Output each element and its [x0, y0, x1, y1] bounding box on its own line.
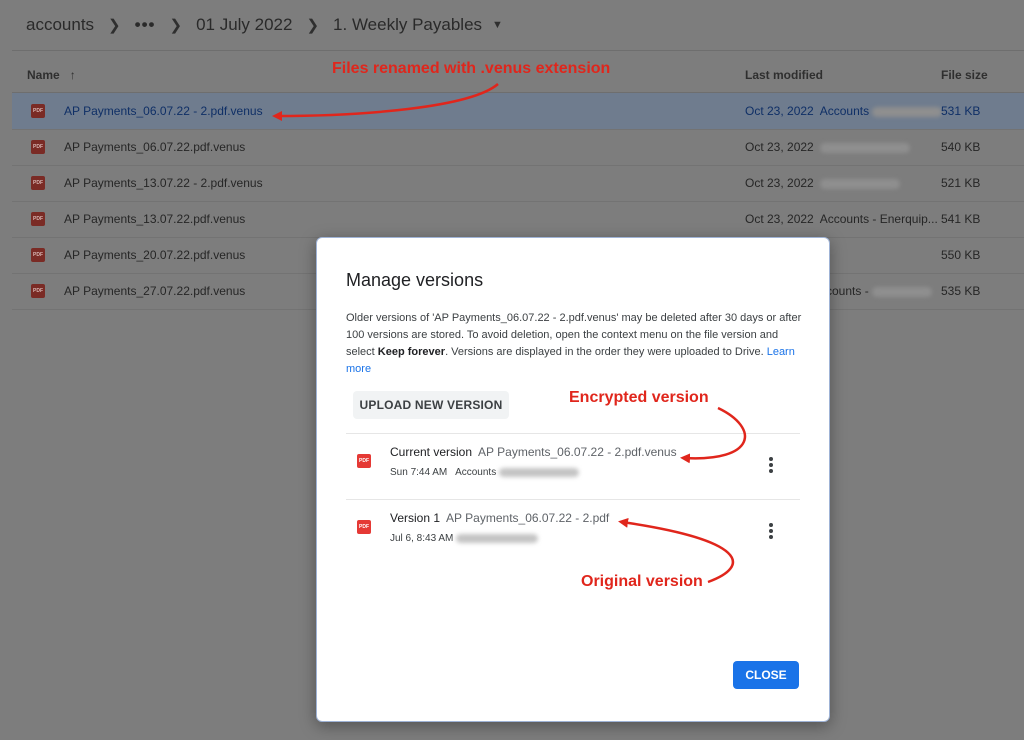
table-row[interactable]: PDF AP Payments_13.07.22 - 2.pdf.venus O… [12, 165, 1024, 202]
file-modified: Oct 23, 2022 [745, 176, 901, 190]
file-size: 550 KB [941, 248, 981, 262]
dialog-description: Older versions of 'AP Payments_06.07.22 … [346, 312, 802, 375]
file-size: 535 KB [941, 284, 981, 298]
pdf-icon: PDF [357, 454, 371, 468]
file-size: 531 KB [941, 104, 981, 118]
file-name: AP Payments_20.07.22.pdf.venus [64, 248, 246, 262]
breadcrumb-more[interactable]: ••• [135, 15, 156, 35]
version-meta: Jul 6, 8:43 AM [390, 533, 539, 544]
arrow-up-icon[interactable]: ↑ [70, 68, 76, 82]
column-header-name[interactable]: Name ↑ [27, 68, 76, 82]
more-vert-icon[interactable] [763, 455, 779, 475]
manage-versions-dialog: Manage versions Older versions of 'AP Pa… [316, 237, 830, 722]
file-size: 540 KB [941, 140, 981, 154]
chevron-right-icon: ❯ [169, 17, 183, 34]
version-item-1: PDF Version 1 AP Payments_06.07.22 - 2.pd… [346, 500, 800, 566]
annotation-encrypted: Encrypted version [569, 389, 709, 406]
file-size: 541 KB [941, 212, 981, 226]
close-button[interactable]: CLOSE [733, 661, 799, 689]
file-modified: Oct 23, 2022 Accounts [745, 104, 943, 118]
annotation-renamed: Files renamed with .venus extension [332, 60, 611, 77]
table-row[interactable]: PDF AP Payments_06.07.22 - 2.pdf.venus O… [12, 93, 1024, 130]
chevron-right-icon: ❯ [306, 17, 320, 34]
annotation-original: Original version [581, 573, 703, 590]
pdf-icon: PDF [31, 284, 45, 298]
divider [12, 50, 1024, 51]
file-name: AP Payments_13.07.22.pdf.venus [64, 212, 246, 226]
breadcrumb-date-folder[interactable]: 01 July 2022 [196, 15, 292, 35]
version-item-current: PDF Current version AP Payments_06.07.22 … [346, 434, 800, 500]
upload-new-version-button[interactable]: UPLOAD NEW VERSION [353, 391, 509, 419]
pdf-icon: PDF [31, 248, 45, 262]
version-title: Current version AP Payments_06.07.22 - 2.… [390, 445, 677, 459]
keep-forever-text: Keep forever [377, 346, 446, 358]
file-name: AP Payments_06.07.22 - 2.pdf.venus [64, 104, 263, 118]
file-name: AP Payments_27.07.22.pdf.venus [64, 284, 246, 298]
table-row[interactable]: PDF AP Payments_13.07.22.pdf.venus Oct 2… [12, 201, 1024, 238]
pdf-icon: PDF [357, 520, 371, 534]
breadcrumb: accounts ❯ ••• ❯ 01 July 2022 ❯ 1. Weekl… [26, 12, 503, 38]
file-modified: Oct 23, 2022 Accounts - Enerquip... [745, 212, 938, 226]
caret-down-icon[interactable]: ▼ [492, 19, 503, 31]
column-header-file-size[interactable]: File size [941, 68, 988, 82]
breadcrumb-accounts[interactable]: accounts [26, 15, 94, 35]
pdf-icon: PDF [31, 140, 45, 154]
breadcrumb-current-folder[interactable]: 1. Weekly Payables [333, 15, 482, 35]
file-modified: Oct 23, 2022 [745, 140, 911, 154]
more-vert-icon[interactable] [763, 521, 779, 541]
file-name: AP Payments_06.07.22.pdf.venus [64, 140, 246, 154]
file-modified: ccounts - [820, 284, 933, 298]
column-header-last-modified[interactable]: Last modified [745, 68, 823, 82]
dialog-title: Manage versions [346, 270, 484, 290]
version-title: Version 1 AP Payments_06.07.22 - 2.pdf [390, 511, 610, 525]
version-meta: Sun 7:44 AM Accounts [390, 467, 579, 478]
chevron-right-icon: ❯ [108, 17, 121, 34]
file-name: AP Payments_13.07.22 - 2.pdf.venus [64, 176, 263, 190]
pdf-icon: PDF [31, 212, 45, 226]
file-size: 521 KB [941, 176, 981, 190]
pdf-icon: PDF [31, 104, 45, 118]
pdf-icon: PDF [31, 176, 45, 190]
table-row[interactable]: PDF AP Payments_06.07.22.pdf.venus Oct 2… [12, 129, 1024, 166]
